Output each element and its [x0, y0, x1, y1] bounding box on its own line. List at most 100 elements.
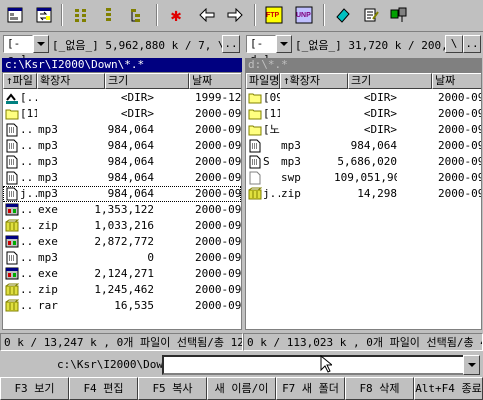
file-name: ..: [20, 235, 34, 248]
forward-arrow-icon[interactable]: [224, 4, 246, 26]
file-row[interactable]: [..] <DIR> 1999-12: [3, 90, 241, 106]
left-header-size[interactable]: 크기: [105, 73, 189, 89]
file-ext: mp3: [38, 251, 58, 264]
file-row[interactable]: .. mp3 984,064 2000-09: [3, 138, 241, 154]
file-row[interactable]: j..mp3 984,064 2000-09: [3, 186, 241, 202]
fkey-button-5[interactable]: F7 새 폴더: [276, 377, 345, 400]
left-drive-select[interactable]: [-c-]: [3, 35, 33, 66]
left-column-header: ↑파일 확장자 크기 날짜: [3, 73, 241, 89]
tree-icon[interactable]: [4, 4, 26, 26]
back-arrow-icon[interactable]: [196, 4, 218, 26]
file-row[interactable]: .. mp3 984,064 2000-09: [3, 170, 241, 186]
grid-view-icon[interactable]: [70, 4, 92, 26]
file-row[interactable]: swp 109,051,904 2000-09: [246, 170, 481, 186]
right-parent-button[interactable]: ..: [463, 35, 481, 53]
left-header-name[interactable]: ↑파일: [3, 73, 37, 89]
file-row[interactable]: Smp3 5,686,020 2000-09: [246, 154, 481, 170]
command-history-button[interactable]: [463, 355, 480, 375]
right-file-panel[interactable]: 파일명 ↑확장자 크기 날짜 [0905] <DIR> 2000-09 [11] <DI…: [245, 72, 482, 330]
left-header-date[interactable]: 날짜: [189, 73, 241, 89]
right-header-date[interactable]: 날짜: [432, 73, 481, 89]
ftp-icon[interactable]: FTP: [263, 4, 285, 26]
file-date: 2000-09: [195, 203, 242, 216]
file-date: 2000-09: [438, 155, 482, 168]
file-icon: [6, 123, 18, 137]
file-row[interactable]: j..zip 14,298 2000-09: [246, 186, 481, 202]
asterisk-icon[interactable]: ✱: [165, 4, 187, 26]
exe-icon: [5, 235, 19, 248]
right-root-button[interactable]: \: [445, 35, 463, 53]
right-header-name[interactable]: 파일명: [246, 73, 280, 89]
left-file-panel[interactable]: ↑파일 확장자 크기 날짜 [..] <DIR> 1999-12 [11] <DIR> 2…: [2, 72, 242, 330]
left-status-bar: 0 k / 13,247 k , 0개 파일이 선택됨/총 12: [0, 333, 243, 351]
fkey-button-7[interactable]: Alt+F4 종료: [414, 377, 483, 400]
toolbar: ✱ FTP UNP: [0, 0, 483, 32]
file-name: ..: [20, 219, 34, 232]
refresh-icon[interactable]: [33, 4, 55, 26]
right-drive-select[interactable]: [-d-]: [246, 35, 276, 66]
fkey-button-3[interactable]: F5 복사: [138, 377, 207, 400]
file-date: 1999-12: [195, 91, 242, 104]
config-icon[interactable]: [388, 4, 410, 26]
file-ext: exe: [38, 203, 58, 216]
file-ext: mp3: [38, 187, 58, 200]
left-root-button[interactable]: ..: [222, 35, 240, 53]
file-ext: mp3: [281, 139, 301, 152]
file-name: ..: [20, 299, 34, 312]
unpack-icon[interactable]: UNP: [293, 4, 315, 26]
file-row[interactable]: .. exe 2,124,271 2000-09: [3, 266, 241, 282]
file-date: 2000-09: [438, 171, 482, 184]
right-header-size[interactable]: 크기: [348, 73, 432, 89]
command-input[interactable]: [162, 355, 465, 375]
file-size: 2,124,271: [94, 267, 154, 280]
file-size: 1,353,122: [94, 203, 154, 216]
file-size: 1,245,462: [94, 283, 154, 296]
file-icon: [6, 139, 18, 153]
file-icon: [249, 139, 261, 153]
file-date: 2000-09: [195, 187, 242, 200]
file-row[interactable]: .. rar 16,535 2000-09: [3, 298, 241, 314]
file-row[interactable]: [0905] <DIR> 2000-09: [246, 90, 481, 106]
file-row[interactable]: [11] <DIR> 2000-09: [246, 106, 481, 122]
file-row[interactable]: .. zip 1,033,216 2000-09: [3, 218, 241, 234]
file-row[interactable]: .. mp3 984,064 2000-09: [3, 122, 241, 138]
tree-view-icon[interactable]: [98, 4, 120, 26]
file-date: 2000-09: [195, 107, 242, 120]
file-row[interactable]: .. exe 1,353,122 2000-09: [3, 202, 241, 218]
file-name: j..: [263, 187, 280, 200]
file-row[interactable]: .. mp3 0 2000-09: [3, 250, 241, 266]
right-drive-dropdown-button[interactable]: [276, 35, 292, 53]
archive-icon: [5, 283, 19, 296]
eraser-icon[interactable]: [332, 4, 354, 26]
left-drive-dropdown-button[interactable]: [33, 35, 49, 53]
file-size: 2,872,772: [94, 235, 154, 248]
file-date: 2000-09: [195, 123, 242, 136]
file-date: 2000-09: [195, 139, 242, 152]
file-ext: mp3: [38, 123, 58, 136]
right-free-space: [_없음_] 31,720 k / 200,6: [295, 39, 445, 52]
file-row[interactable]: [노래] <DIR> 2000-09: [246, 122, 481, 138]
right-header-ext[interactable]: ↑확장자: [280, 73, 348, 89]
file-row[interactable]: .. zip 1,245,462 2000-09: [3, 282, 241, 298]
file-row[interactable]: mp3 984,064 2000-09: [246, 138, 481, 154]
file-size: 984,064: [107, 139, 154, 152]
file-name: ..: [20, 155, 34, 168]
file-ext: swp: [281, 171, 301, 184]
file-ext: mp3: [38, 139, 58, 152]
fkey-button-6[interactable]: F8 삭제: [345, 377, 414, 400]
right-path-bar: d:\*.*: [245, 58, 482, 72]
file-size: 984,064: [107, 155, 154, 168]
file-row[interactable]: .. exe 2,872,772 2000-09: [3, 234, 241, 250]
fkey-button-4[interactable]: 새 이름/이: [207, 377, 276, 400]
fkey-button-2[interactable]: F4 편집: [69, 377, 138, 400]
file-name: S: [263, 155, 270, 168]
sort-icon[interactable]: [126, 4, 148, 26]
file-row[interactable]: [11] <DIR> 2000-09: [3, 106, 241, 122]
parent-dir-icon: [6, 93, 18, 104]
file-row[interactable]: .. mp3 984,064 2000-09: [3, 154, 241, 170]
fkey-button-1[interactable]: F3 보기: [0, 377, 69, 400]
edit-icon[interactable]: [360, 4, 382, 26]
file-date: 2000-09: [195, 299, 242, 312]
file-size: 0: [147, 251, 154, 264]
left-header-ext[interactable]: 확장자: [37, 73, 105, 89]
